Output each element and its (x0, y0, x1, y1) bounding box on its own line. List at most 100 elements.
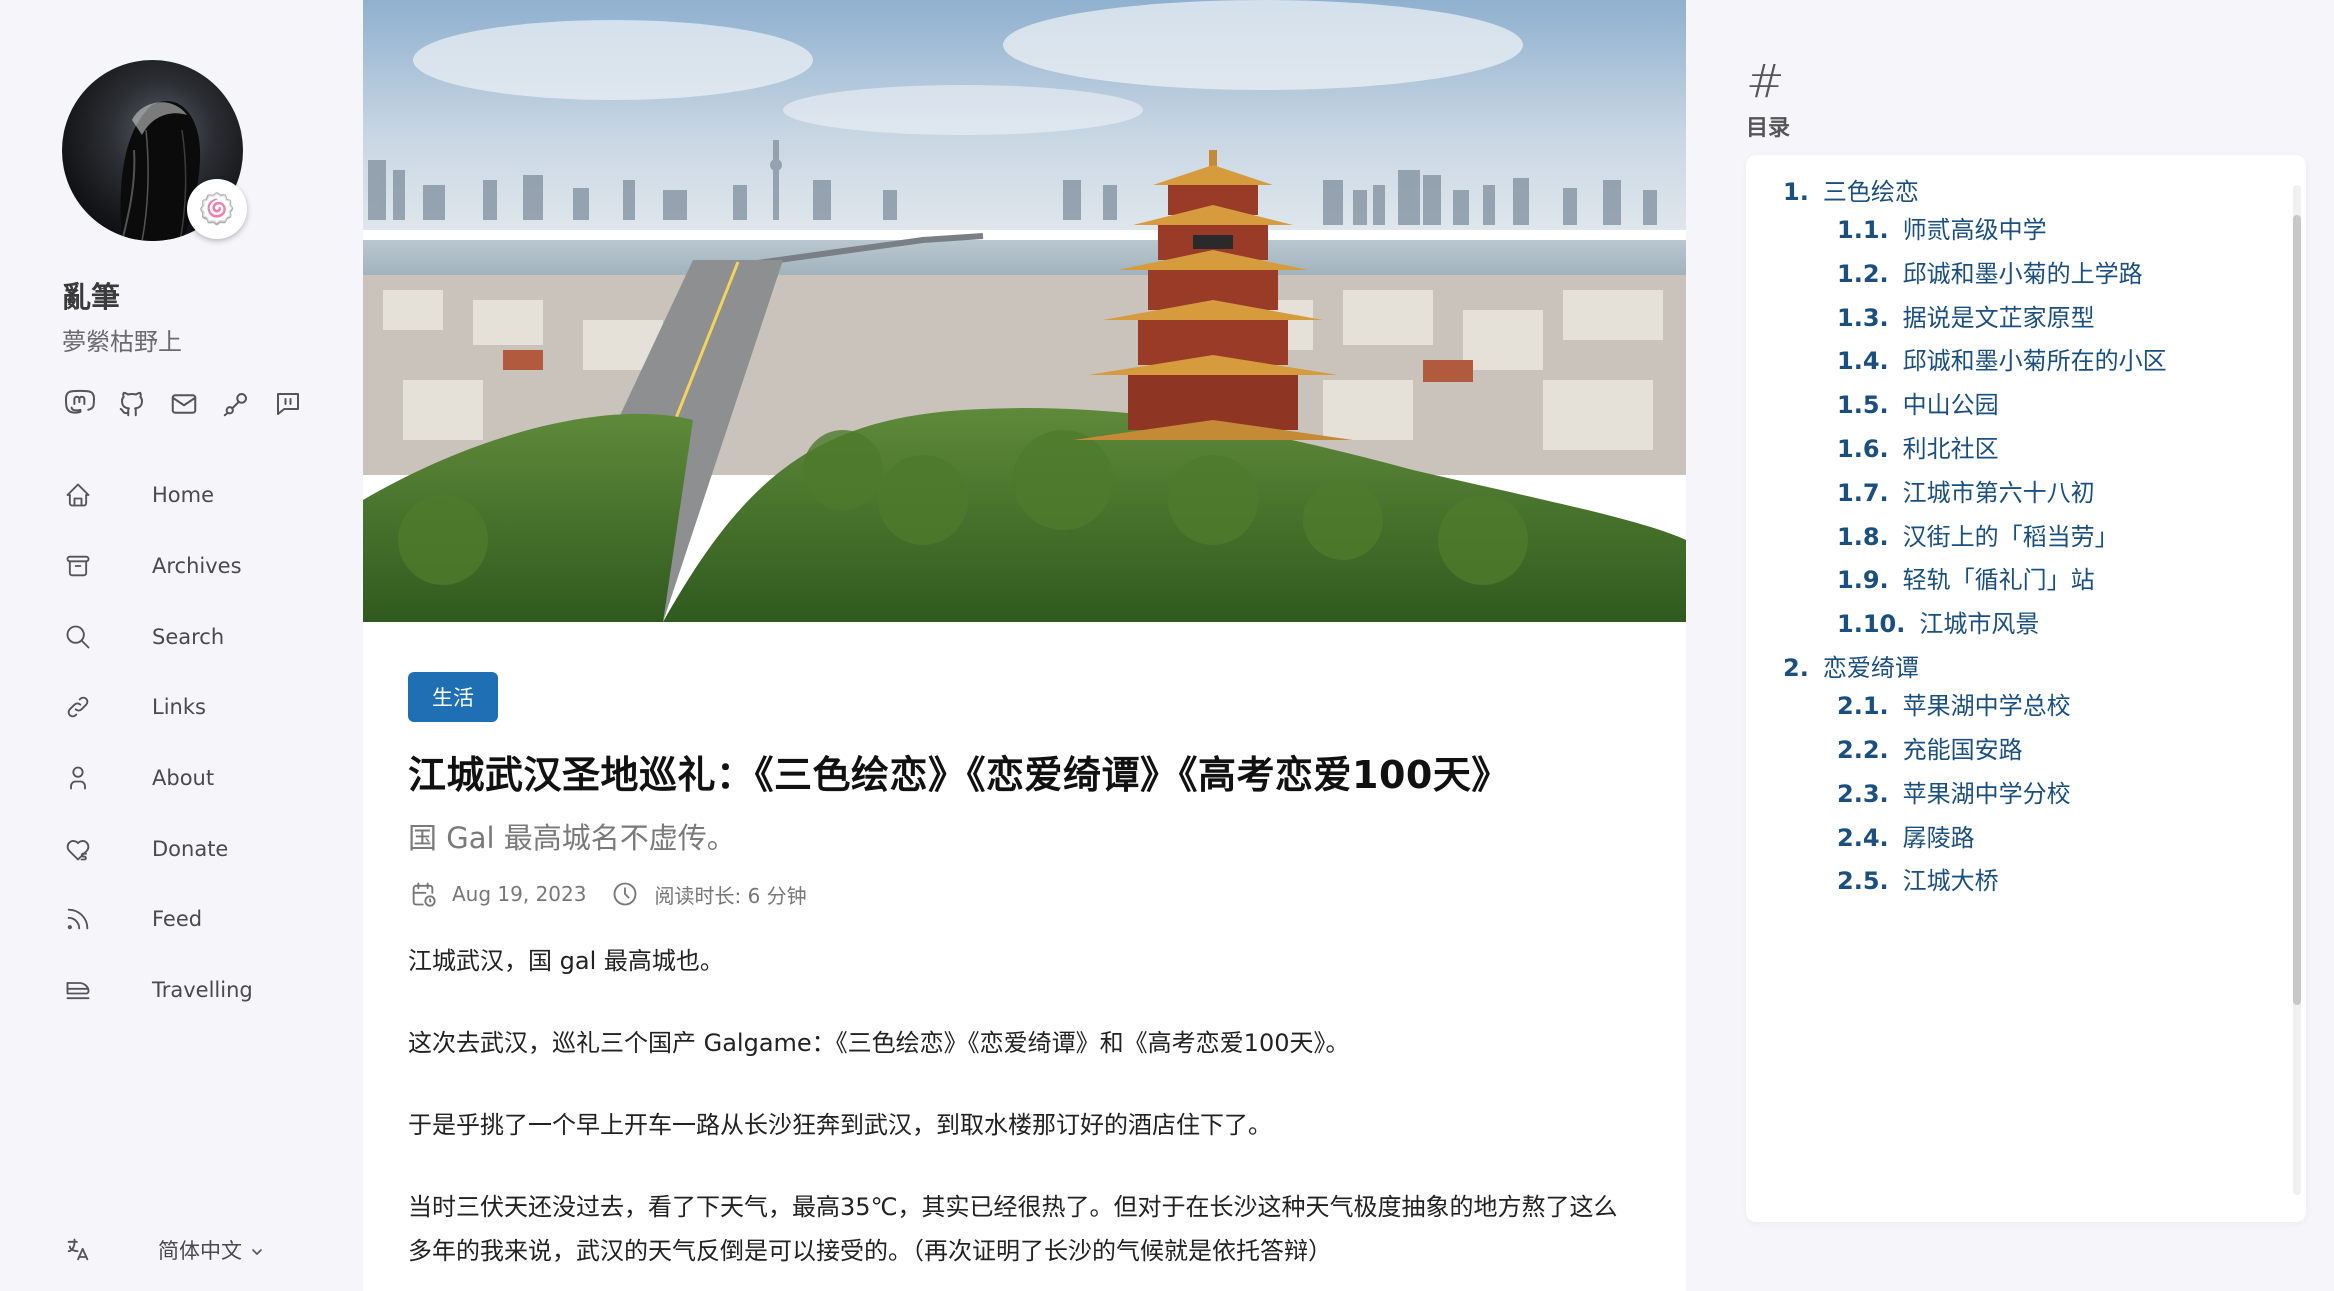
toc-item[interactable]: 2.5. 江城大桥 (1837, 861, 1999, 896)
search-icon (62, 621, 94, 653)
publish-date: Aug 19, 2023 (452, 882, 587, 906)
nav-item-archives[interactable]: Archives (62, 531, 302, 602)
nav-item-home[interactable]: Home (62, 460, 302, 531)
article-paragraph: 当时三伏天还没过去，看了下天气，最高35℃，其实已经很热了。但对于在长沙这种天气… (408, 1193, 1618, 1265)
toc-item[interactable]: 2.4. 孱陵路 (1837, 818, 1975, 853)
article-body: 生活 江城武汉圣地巡礼：《三色绘恋》《恋爱绮谭》《高考恋爱100天》 国 Gal… (363, 622, 1686, 1273)
article-paragraph: 这次去武汉，巡礼三个国产 Galgame：《三色绘恋》《恋爱绮谭》和《高考恋爱1… (408, 1029, 1350, 1057)
toc-item-label: 汉街上的「稻当劳」 (1902, 522, 2119, 551)
mastodon-icon[interactable] (64, 388, 96, 420)
toc-item-label: 苹果湖中学分校 (1902, 779, 2071, 808)
toc-scrollbar[interactable] (2290, 185, 2302, 1195)
chevron-down-icon (251, 1249, 262, 1255)
github-icon[interactable] (116, 388, 148, 420)
toc-item-number: 1.1. (1837, 216, 1889, 244)
toc-item-label: 师贰高级中学 (1902, 216, 2047, 244)
toc-item[interactable]: 1. 三色绘恋 (1783, 172, 1919, 207)
toc-item-number: 1.2. (1837, 259, 1889, 288)
main-nav: Home Archives Search Links About Donate … (62, 460, 302, 1026)
toc-item[interactable]: 2.3. 苹果湖中学分校 (1837, 774, 2071, 809)
article-meta: Aug 19, 2023 阅读时长: 6 分钟 (408, 879, 1641, 909)
nav-item-travelling[interactable]: Travelling (62, 955, 302, 1026)
nav-label: Travelling (152, 978, 253, 1003)
toc-item-number: 1.8. (1837, 522, 1889, 551)
site-description: 夢縈枯野上 (62, 328, 182, 356)
toc-item-number: 1.7. (1837, 478, 1889, 507)
train-icon (62, 974, 94, 1006)
nav-item-about[interactable]: About (62, 743, 302, 814)
toc-item-number: 1.6. (1837, 435, 1889, 463)
social-links (64, 388, 304, 420)
toc-item-label: 江城市风景 (1919, 610, 2040, 639)
language-switcher[interactable]: 简体中文 (62, 1234, 262, 1266)
toc-item-label: 利北社区 (1902, 435, 1999, 463)
category-badge[interactable]: 生活 (408, 672, 498, 722)
article-hero-image[interactable] (363, 0, 1686, 622)
toc-item[interactable]: 1.6. 利北社区 (1837, 429, 1999, 464)
toc-item[interactable]: 1.3. 据说是文芷家原型 (1837, 298, 2095, 333)
toc-item[interactable]: 2. 恋爱绮谭 (1783, 648, 1919, 683)
user-icon (62, 762, 94, 794)
toc-item[interactable]: 1.4. 邱诚和墨小菊所在的小区 (1837, 341, 2167, 376)
message-icon[interactable] (272, 388, 304, 420)
article-subtitle: 国 Gal 最高城名不虚传。 (408, 821, 736, 855)
article-title[interactable]: 江城武汉圣地巡礼：《三色绘恋》《恋爱绮谭》《高考恋爱100天》 (408, 744, 1641, 799)
nav-item-search[interactable]: Search (62, 601, 302, 672)
toc-item[interactable]: 1.9. 轻轨「循礼门」站 (1837, 560, 2095, 595)
archive-icon (62, 550, 94, 582)
toc-item-label: 苹果湖中学总校 (1902, 692, 2071, 721)
toc-item-number: 1. (1783, 178, 1809, 206)
toc-item-label: 邱诚和墨小菊的上学路 (1902, 259, 2143, 288)
mail-icon[interactable] (168, 388, 200, 420)
home-icon (62, 479, 94, 511)
table-of-contents[interactable]: 1. 三色绘恋 1.1. 师贰高级中学 1.2. 邱诚和墨小菊的上学路 1.3. 据说是文芷家… (1746, 155, 2306, 1222)
toc-item-label: 孱陵路 (1902, 823, 1975, 852)
toc-header: # 目录 (1746, 58, 1790, 142)
toc-item-number: 1.9. (1837, 566, 1889, 595)
toc-item[interactable]: 2.1. 苹果湖中学总校 (1837, 686, 2071, 721)
article-card: 生活 江城武汉圣地巡礼：《三色绘恋》《恋爱绮谭》《高考恋爱100天》 国 Gal… (363, 0, 1686, 1291)
article-paragraph: 江城武汉，国 gal 最高城也。 (408, 947, 724, 975)
nav-label: Archives (152, 554, 242, 579)
clock-icon (610, 879, 640, 909)
toc-item-label: 充能国安路 (1902, 736, 2023, 764)
nav-item-links[interactable]: Links (62, 672, 302, 743)
toc-item-label: 恋爱绮谭 (1822, 654, 1919, 683)
toc-item[interactable]: 2.2. 充能国安路 (1837, 730, 2023, 765)
nav-item-feed[interactable]: Feed (62, 884, 302, 955)
toc-item-number: 2.2. (1837, 736, 1889, 764)
toc-item[interactable]: 1.5. 中山公园 (1837, 385, 1999, 420)
toc-item[interactable]: 1.2. 邱诚和墨小菊的上学路 (1837, 254, 2143, 289)
toc-item-number: 1.5. (1837, 391, 1889, 420)
nav-label: Home (152, 483, 215, 508)
toc-item[interactable]: 1.10. 江城市风景 (1837, 604, 2039, 639)
scrollbar-thumb[interactable] (2293, 215, 2301, 1005)
toc-item[interactable]: 1.8. 汉街上的「稻当劳」 (1837, 517, 2119, 552)
toc-item-number: 1.3. (1837, 303, 1889, 332)
avatar-container[interactable]: 🍥 (62, 60, 247, 241)
nav-item-donate[interactable]: Donate (62, 813, 302, 884)
toc-item[interactable]: 1.7. 江城市第六十八初 (1837, 473, 2095, 508)
toc-item-label: 江城市第六十八初 (1902, 478, 2095, 507)
toc-item-number: 2.5. (1837, 867, 1889, 896)
toc-item-label: 邱诚和墨小菊所在的小区 (1902, 347, 2167, 376)
nav-label: About (152, 766, 215, 791)
language-label: 简体中文 (158, 1239, 242, 1263)
toc-title: 目录 (1746, 116, 1791, 141)
site-name[interactable]: 亂筆 (62, 274, 120, 316)
sidebar: 🍥 亂筆 夢縈枯野上 Home Archives Search Links Ab… (0, 0, 363, 1291)
reading-time: 阅读时长: 6 分钟 (654, 883, 807, 908)
toc-item-number: 2. (1783, 654, 1809, 683)
nav-label: Donate (152, 836, 229, 861)
toc-item-label: 轻轨「循礼门」站 (1902, 566, 2095, 595)
avatar-emoji-badge: 🍥 (187, 179, 247, 239)
rss-icon (62, 903, 94, 935)
toc-item-label: 三色绘恋 (1822, 178, 1919, 206)
steam-icon[interactable] (220, 388, 252, 420)
toc-item-label: 江城大桥 (1902, 867, 1999, 896)
calendar-icon (408, 879, 438, 909)
nav-label: Search (152, 624, 225, 649)
toc-item-number: 2.4. (1837, 823, 1889, 852)
toc-item[interactable]: 1.1. 师贰高级中学 (1837, 210, 2047, 245)
language-select[interactable]: 简体中文 (158, 1235, 265, 1265)
